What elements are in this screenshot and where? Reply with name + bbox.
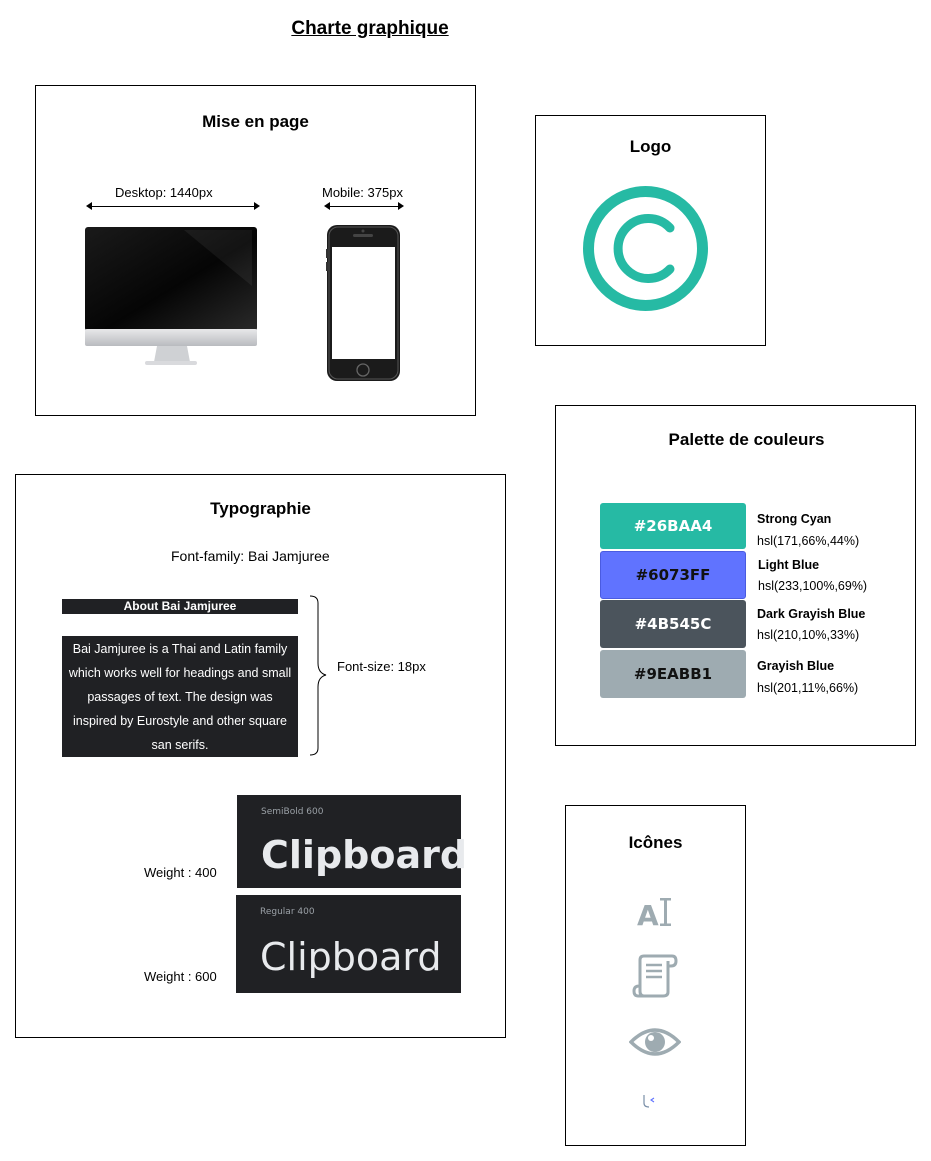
swatch-dark-grayish-blue: #4B545C: [600, 600, 746, 648]
swatch-hsl-grayish-blue: hsl(201,11%,66%): [757, 681, 859, 695]
swatch-name-strong-cyan: Strong Cyan: [757, 512, 832, 526]
sample-line: san serifs.: [151, 738, 209, 752]
desktop-label: Desktop: 1440px: [115, 185, 213, 200]
semibold-word: Clipboard: [261, 833, 468, 877]
mobile-label: Mobile: 375px: [322, 185, 403, 200]
swatch-strong-cyan: #26BAA4: [600, 503, 746, 549]
page-title: Charte graphique: [291, 18, 449, 39]
font-size-label: Font-size: 18px: [337, 659, 426, 674]
mobile-phone-icon: [326, 225, 400, 381]
text-icon: A: [637, 898, 671, 929]
sample-line: which works well for headings and small: [68, 666, 292, 680]
eye-icon: [629, 1028, 681, 1056]
desktop-monitor-icon: [85, 227, 257, 365]
regular-sample: Regular 400 Clipboard: [236, 895, 461, 993]
swatch-light-blue: #6073FF: [600, 551, 746, 599]
sample-line: Bai Jamjuree is a Thai and Latin family: [72, 642, 288, 656]
mobile-width-arrow: [324, 202, 404, 210]
icons-section: Icônes A: [565, 805, 746, 1146]
sample-heading: About Bai Jamjuree: [62, 599, 298, 614]
icons-title: Icônes: [628, 833, 683, 852]
palette-section: Palette de couleurs #26BAA4 Strong Cyan …: [555, 405, 916, 746]
typography-title: Typographie: [210, 499, 311, 518]
swatch-name-grayish-blue: Grayish Blue: [757, 659, 835, 673]
desktop-width-arrow: [86, 202, 260, 210]
weight-400-label: Weight : 400: [144, 865, 217, 880]
regular-word: Clipboard: [260, 935, 442, 979]
logo-section: Logo: [535, 115, 766, 346]
cursor-icon: [643, 1095, 655, 1108]
layout-section: Mise en page Desktop: 1440px Mobile: 375…: [35, 85, 476, 416]
semibold-caption: SemiBold 600: [261, 807, 324, 817]
logo-title: Logo: [629, 137, 672, 156]
swatch-hsl-dark-grayish-blue: hsl(210,10%,33%): [757, 628, 860, 642]
swatch-hsl-strong-cyan: hsl(171,66%,44%): [757, 534, 860, 548]
swatch-grayish-blue: #9EABB1: [600, 650, 746, 698]
regular-caption: Regular 400: [260, 907, 315, 917]
sample-line: inspired by Eurostyle and other square: [72, 714, 287, 728]
semibold-sample: SemiBold 600 Clipboard: [237, 795, 467, 888]
swatch-name-light-blue: Light Blue: [758, 558, 820, 572]
font-family-label: Font-family: Bai Jamjuree: [171, 548, 330, 564]
sample-paragraph: Bai Jamjuree is a Thai and Latin family …: [62, 636, 298, 757]
swatch-name-dark-grayish-blue: Dark Grayish Blue: [757, 607, 866, 621]
sample-line: passages of text. The design was: [87, 690, 273, 704]
layout-title: Mise en page: [202, 112, 309, 131]
logo-icon: [583, 186, 708, 311]
typography-section: Typographie Font-family: Bai Jamjuree Ab…: [15, 474, 506, 1038]
swatch-hsl-light-blue: hsl(233,100%,69%): [758, 579, 868, 593]
document-scroll-icon: [632, 954, 678, 998]
curly-brace: [309, 595, 327, 756]
weight-600-label: Weight : 600: [144, 969, 217, 984]
palette-title: Palette de couleurs: [668, 430, 825, 449]
svg-text:A: A: [637, 899, 659, 929]
